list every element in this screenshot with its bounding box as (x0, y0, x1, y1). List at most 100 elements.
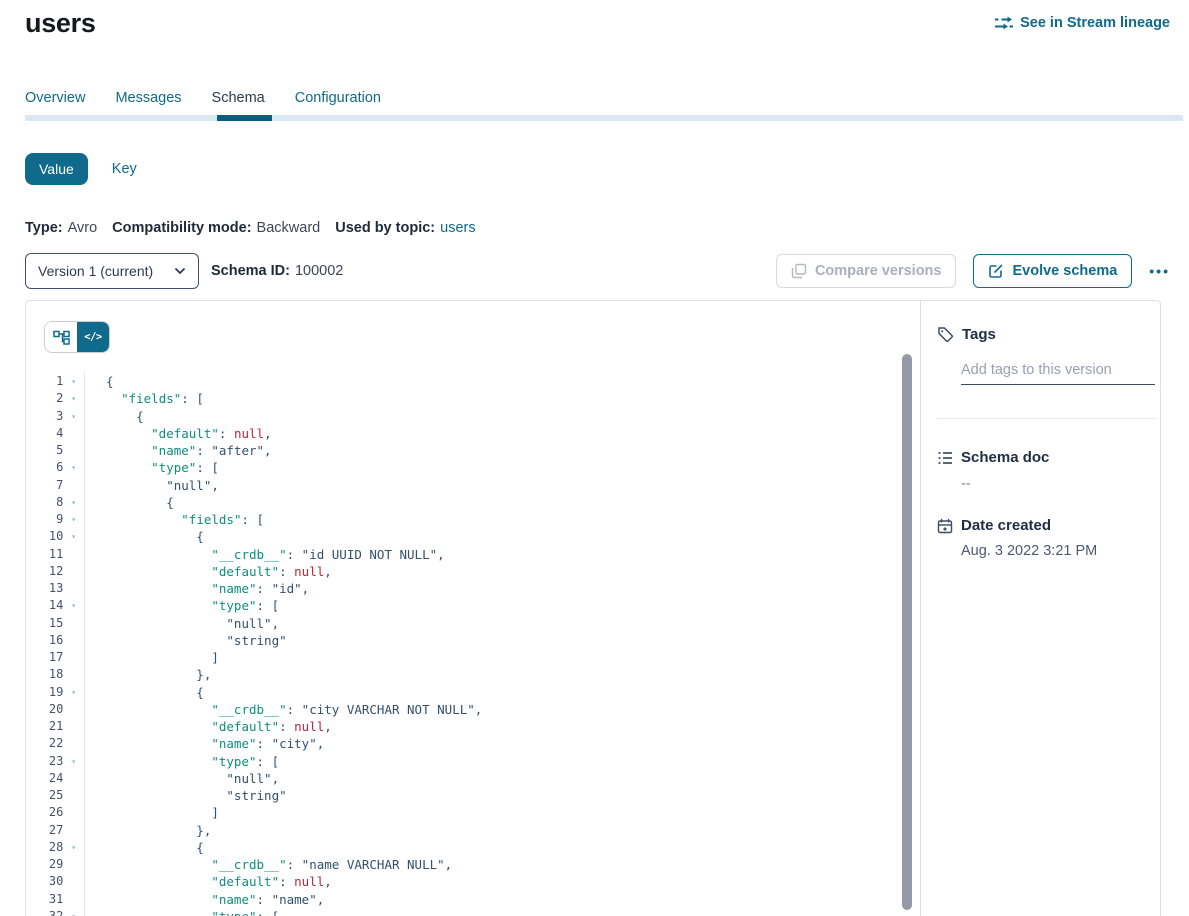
code-line: 31 "name": "name", (26, 891, 920, 908)
evolve-schema-label: Evolve schema (1012, 263, 1117, 279)
line-number: 27 (26, 822, 63, 839)
fold-spacer (63, 580, 84, 597)
schema-id-value: 100002 (295, 263, 343, 279)
tab-bar: Overview Messages Schema Configuration (25, 90, 381, 106)
editor-scrollbar[interactable] (902, 354, 912, 910)
version-select-value: Version 1 (current) (38, 263, 153, 279)
fold-spacer (63, 477, 84, 494)
tags-title: Tags (962, 326, 996, 343)
fold-spacer (63, 735, 84, 752)
line-number: 15 (26, 615, 63, 632)
code-text: "default": null, (85, 873, 332, 890)
code-line: 13 "name": "id", (26, 580, 920, 597)
fold-toggle-icon[interactable]: ▾ (63, 511, 84, 528)
code-text: "null", (85, 770, 279, 787)
fold-toggle-icon[interactable]: ▾ (63, 597, 84, 614)
code-line: 24 "null", (26, 770, 920, 787)
more-options-icon[interactable]: ••• (1149, 263, 1170, 279)
version-select[interactable]: Version 1 (current) (25, 253, 199, 289)
code-line: 18 }, (26, 666, 920, 683)
fold-spacer (63, 770, 84, 787)
code-line: 4 "default": null, (26, 425, 920, 442)
code-line: 14▾ "type": [ (26, 597, 920, 614)
fold-toggle-icon[interactable]: ▾ (63, 408, 84, 425)
code-text: "__crdb__": "id UUID NOT NULL", (85, 546, 445, 563)
code-text: { (85, 494, 174, 511)
fold-toggle-icon[interactable]: ▾ (63, 528, 84, 545)
fold-toggle-icon[interactable]: ▾ (63, 839, 84, 856)
fold-toggle-icon[interactable]: ▾ (63, 373, 84, 390)
version-bar: Version 1 (current) Schema ID: 100002 (25, 253, 1170, 289)
tags-input[interactable] (961, 355, 1155, 385)
code-view-button[interactable]: </> (77, 322, 109, 352)
type-label: Type: (25, 220, 63, 236)
value-toggle-button[interactable]: Value (25, 153, 88, 185)
fold-spacer (63, 787, 84, 804)
fold-toggle-icon[interactable]: ▾ (63, 908, 84, 916)
code-line: 26 ] (26, 804, 920, 821)
fold-toggle-icon[interactable]: ▾ (63, 390, 84, 407)
line-number: 24 (26, 770, 63, 787)
tab-messages[interactable]: Messages (115, 90, 181, 106)
copy-icon (791, 263, 807, 279)
code-text: "name": "city", (85, 735, 324, 752)
code-line: 20 "__crdb__": "city VARCHAR NOT NULL", (26, 701, 920, 718)
line-number: 21 (26, 718, 63, 735)
line-number: 11 (26, 546, 63, 563)
value-key-toggle: Value Key (25, 153, 137, 185)
code-text: "null", (85, 615, 279, 632)
code-text: { (85, 839, 204, 856)
code-line: 22 "name": "city", (26, 735, 920, 752)
fold-toggle-icon[interactable]: ▾ (63, 753, 84, 770)
compare-versions-label: Compare versions (815, 263, 942, 279)
tab-overview[interactable]: Overview (25, 90, 85, 106)
code-line: 11 "__crdb__": "id UUID NOT NULL", (26, 546, 920, 563)
stream-lineage-icon (995, 16, 1013, 30)
fold-spacer (63, 666, 84, 683)
code-line: 21 "default": null, (26, 718, 920, 735)
code-line: 10▾ { (26, 528, 920, 545)
see-in-stream-lineage-link[interactable]: See in Stream lineage (995, 15, 1170, 31)
code-text: "string" (85, 632, 287, 649)
code-text: { (85, 373, 114, 390)
sidebar-divider (937, 418, 1158, 419)
line-number: 5 (26, 442, 63, 459)
line-number: 31 (26, 891, 63, 908)
schema-id-label: Schema ID: (211, 263, 290, 279)
date-created-title: Date created (961, 517, 1051, 534)
evolve-schema-button[interactable]: Evolve schema (973, 254, 1132, 288)
key-toggle-button[interactable]: Key (112, 161, 137, 177)
tab-underline-track (25, 115, 1183, 121)
code-line: 28▾ { (26, 839, 920, 856)
fold-toggle-icon[interactable]: ▾ (63, 494, 84, 511)
compatibility-value: Backward (257, 220, 321, 236)
fold-toggle-icon[interactable]: ▾ (63, 459, 84, 476)
code-line: 27 }, (26, 822, 920, 839)
tab-configuration[interactable]: Configuration (295, 90, 381, 106)
compare-versions-button[interactable]: Compare versions (776, 254, 957, 288)
line-number: 18 (26, 666, 63, 683)
schema-code-editor[interactable]: </> 1▾{2▾ "fields": [3▾ {4 "default": nu… (26, 301, 921, 916)
code-line: 23▾ "type": [ (26, 753, 920, 770)
lineage-link-label: See in Stream lineage (1020, 15, 1170, 31)
tree-view-button[interactable] (45, 322, 77, 352)
line-number: 1 (26, 373, 63, 390)
code-line: 29 "__crdb__": "name VARCHAR NULL", (26, 856, 920, 873)
used-by-topic-link[interactable]: users (440, 220, 475, 236)
code-text: "type": [ (85, 597, 279, 614)
schema-meta: Type: Avro Compatibility mode: Backward … (25, 220, 476, 236)
code-text: "type": [ (85, 908, 279, 916)
fold-spacer (63, 563, 84, 580)
fold-spacer (63, 891, 84, 908)
line-number: 3 (26, 408, 63, 425)
tab-schema[interactable]: Schema (212, 90, 265, 106)
fold-spacer (63, 804, 84, 821)
fold-toggle-icon[interactable]: ▾ (63, 684, 84, 701)
schema-sidebar: Tags Schema doc -- (922, 301, 1162, 916)
code-line: 1▾{ (26, 373, 920, 390)
code-text: "fields": [ (85, 390, 204, 407)
code-line: 8▾ { (26, 494, 920, 511)
code-text: { (85, 684, 204, 701)
code-line: 25 "string" (26, 787, 920, 804)
code-text: "type": [ (85, 753, 279, 770)
